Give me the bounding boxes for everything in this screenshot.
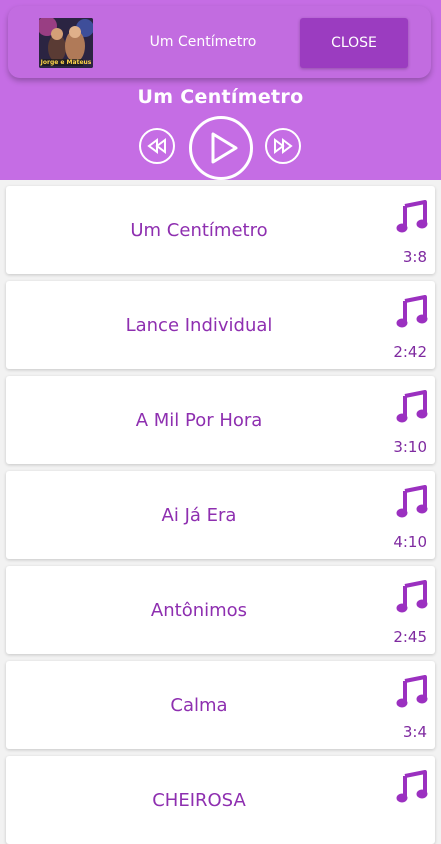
close-button[interactable]: CLOSE <box>300 18 408 68</box>
now-playing-card: Jorge e Mateus Um Centímetro CLOSE <box>8 6 431 78</box>
now-playing-title: Um Centímetro <box>149 34 257 50</box>
song-title: Lance Individual <box>125 315 273 336</box>
song-title: Antônimos <box>150 600 248 621</box>
song-title: Ai Já Era <box>161 505 237 526</box>
fast-forward-button[interactable] <box>265 128 301 164</box>
music-note-icon <box>396 770 428 803</box>
rewind-button[interactable] <box>139 128 175 164</box>
player-controls <box>0 116 441 180</box>
fast-forward-icon <box>274 138 293 154</box>
song-duration: 3:10 <box>393 438 427 456</box>
song-item[interactable]: Lance Individual 2:42 <box>6 281 435 369</box>
music-note-icon <box>396 390 428 423</box>
song-duration: 2:45 <box>393 628 427 646</box>
song-title: CHEIROSA <box>152 790 246 811</box>
thumb-caption: Jorge e Mateus <box>40 59 92 66</box>
music-note-icon <box>396 200 428 233</box>
song-item[interactable]: Ai Já Era 4:10 <box>6 471 435 559</box>
song-item[interactable]: Calma 3:4 <box>6 661 435 749</box>
play-button[interactable] <box>189 116 253 180</box>
music-note-icon <box>396 485 428 518</box>
music-note-icon <box>396 295 428 328</box>
song-item[interactable]: Um Centímetro 3:8 <box>6 186 435 274</box>
player-title: Um Centímetro <box>137 86 304 108</box>
song-title: Calma <box>170 695 228 716</box>
album-thumbnail: Jorge e Mateus <box>39 18 93 68</box>
song-title: A Mil Por Hora <box>135 410 263 431</box>
play-icon <box>211 132 238 164</box>
music-note-icon <box>396 580 428 613</box>
song-item[interactable]: CHEIROSA <box>6 756 435 844</box>
song-item[interactable]: A Mil Por Hora 3:10 <box>6 376 435 464</box>
song-duration: 2:42 <box>393 343 427 361</box>
song-title: Um Centímetro <box>130 220 268 241</box>
song-duration: 3:8 <box>402 248 427 266</box>
song-duration: 4:10 <box>393 533 427 551</box>
song-duration: 3:4 <box>402 723 427 741</box>
music-note-icon <box>396 675 428 708</box>
song-item[interactable]: Antônimos 2:45 <box>6 566 435 654</box>
rewind-icon <box>147 138 166 154</box>
